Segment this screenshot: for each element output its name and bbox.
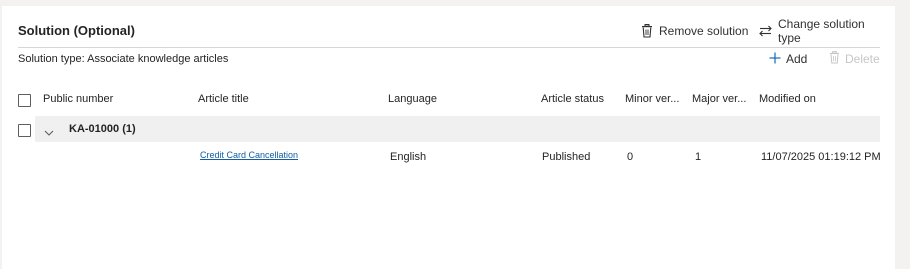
change-solution-type-button[interactable]: Change solution type [759, 17, 880, 45]
column-header-minor-version[interactable]: Minor ver... [625, 93, 679, 105]
change-solution-type-label: Change solution type [778, 17, 865, 45]
cell-modified-on: 11/07/2025 01:19:12 PM [761, 151, 881, 163]
remove-solution-button[interactable]: Remove solution [641, 21, 748, 41]
cell-language: English [390, 151, 427, 163]
article-title-link[interactable]: Credit Card Cancellation [200, 150, 298, 160]
solution-type-label: Solution type: Associate knowledge artic… [18, 53, 229, 65]
swap-arrows-icon [759, 25, 772, 37]
column-header-article-status[interactable]: Article status [541, 93, 604, 105]
plus-icon [769, 52, 781, 67]
column-header-modified-on[interactable]: Modified on [759, 93, 816, 105]
solution-header: Solution (Optional) Remove solution Chan… [18, 16, 880, 48]
cell-article-status: Published [542, 151, 591, 163]
trash-icon [641, 24, 653, 38]
group-row-checkbox[interactable] [18, 124, 31, 137]
add-button[interactable]: Add [769, 50, 807, 68]
section-title: Solution (Optional) [18, 23, 135, 38]
group-label: KA-01000 (1) [69, 123, 136, 135]
group-band [35, 116, 880, 142]
grid-header-row: Public number Article title Language Art… [18, 89, 880, 111]
solution-subbar: Solution type: Associate knowledge artic… [18, 48, 880, 72]
cell-major-version: 1 [695, 151, 702, 163]
group-row[interactable]: KA-01000 (1) [18, 116, 880, 142]
remove-solution-label: Remove solution [659, 24, 749, 38]
select-all-checkbox[interactable] [18, 94, 31, 107]
trash-icon [829, 51, 840, 67]
column-header-article-title[interactable]: Article title [198, 93, 249, 105]
delete-label: Delete [845, 52, 880, 66]
delete-button[interactable]: Delete [829, 50, 880, 68]
add-label: Add [786, 52, 808, 66]
cell-minor-version: 0 [627, 151, 634, 163]
chevron-down-icon[interactable] [44, 124, 54, 142]
table-row[interactable]: Credit Card Cancellation English Publish… [18, 144, 881, 170]
column-header-public-number[interactable]: Public number [43, 93, 113, 105]
solution-card: Solution (Optional) Remove solution Chan… [2, 6, 895, 269]
column-header-language[interactable]: Language [388, 93, 437, 105]
column-header-major-version[interactable]: Major ver... [692, 93, 746, 105]
